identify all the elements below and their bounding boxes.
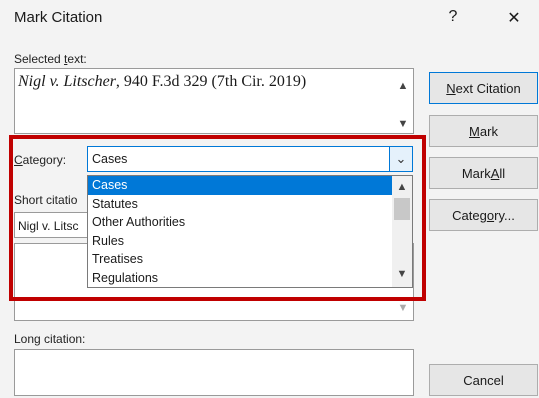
- selected-text-label: Selected text:: [14, 52, 87, 66]
- dialog-title: Mark Citation: [14, 9, 103, 26]
- selected-text-label-part: Selected: [14, 52, 65, 66]
- case-name: Nigl v. Litscher: [18, 73, 116, 90]
- selected-text-box[interactable]: Nigl v. Litscher, 940 F.3d 329 (7th Cir.…: [14, 68, 414, 134]
- mark-all-label: ll: [499, 165, 506, 181]
- scroll-up-icon[interactable]: ▲: [394, 77, 412, 95]
- selected-text-label-part: ext:: [67, 52, 87, 66]
- next-citation-accel: N: [446, 80, 456, 96]
- category-button-label: Categ: [452, 207, 487, 223]
- mark-all-accel: A: [490, 165, 500, 181]
- citation-rest: , 940 F.3d 329 (7th Cir. 2019): [115, 73, 307, 90]
- mark-button[interactable]: Mark: [429, 115, 538, 147]
- highlight-box: [9, 135, 426, 301]
- category-button-label: ry...: [494, 207, 515, 223]
- mark-all-button[interactable]: Mark All: [429, 157, 538, 189]
- category-button[interactable]: Categ o ry...: [429, 199, 538, 231]
- category-button-accel: o: [486, 207, 495, 223]
- selected-text-content: Nigl v. Litscher, 940 F.3d 329 (7th Cir.…: [18, 73, 306, 91]
- long-citation-label: Long citation:: [14, 332, 86, 346]
- next-citation-label: ext Citation: [455, 80, 521, 96]
- long-citation-input[interactable]: [14, 349, 414, 396]
- close-button[interactable]: ✕: [503, 8, 525, 28]
- cancel-button[interactable]: Cancel: [429, 364, 538, 396]
- next-citation-button[interactable]: Next Citation: [429, 72, 538, 104]
- mark-label: ark: [479, 123, 498, 139]
- list-scroll-down-icon[interactable]: ▼: [394, 299, 412, 317]
- mark-all-label: Mark: [461, 165, 491, 181]
- mark-accel: M: [469, 123, 480, 139]
- help-button[interactable]: ?: [442, 8, 464, 26]
- scroll-down-icon[interactable]: ▼: [394, 115, 412, 133]
